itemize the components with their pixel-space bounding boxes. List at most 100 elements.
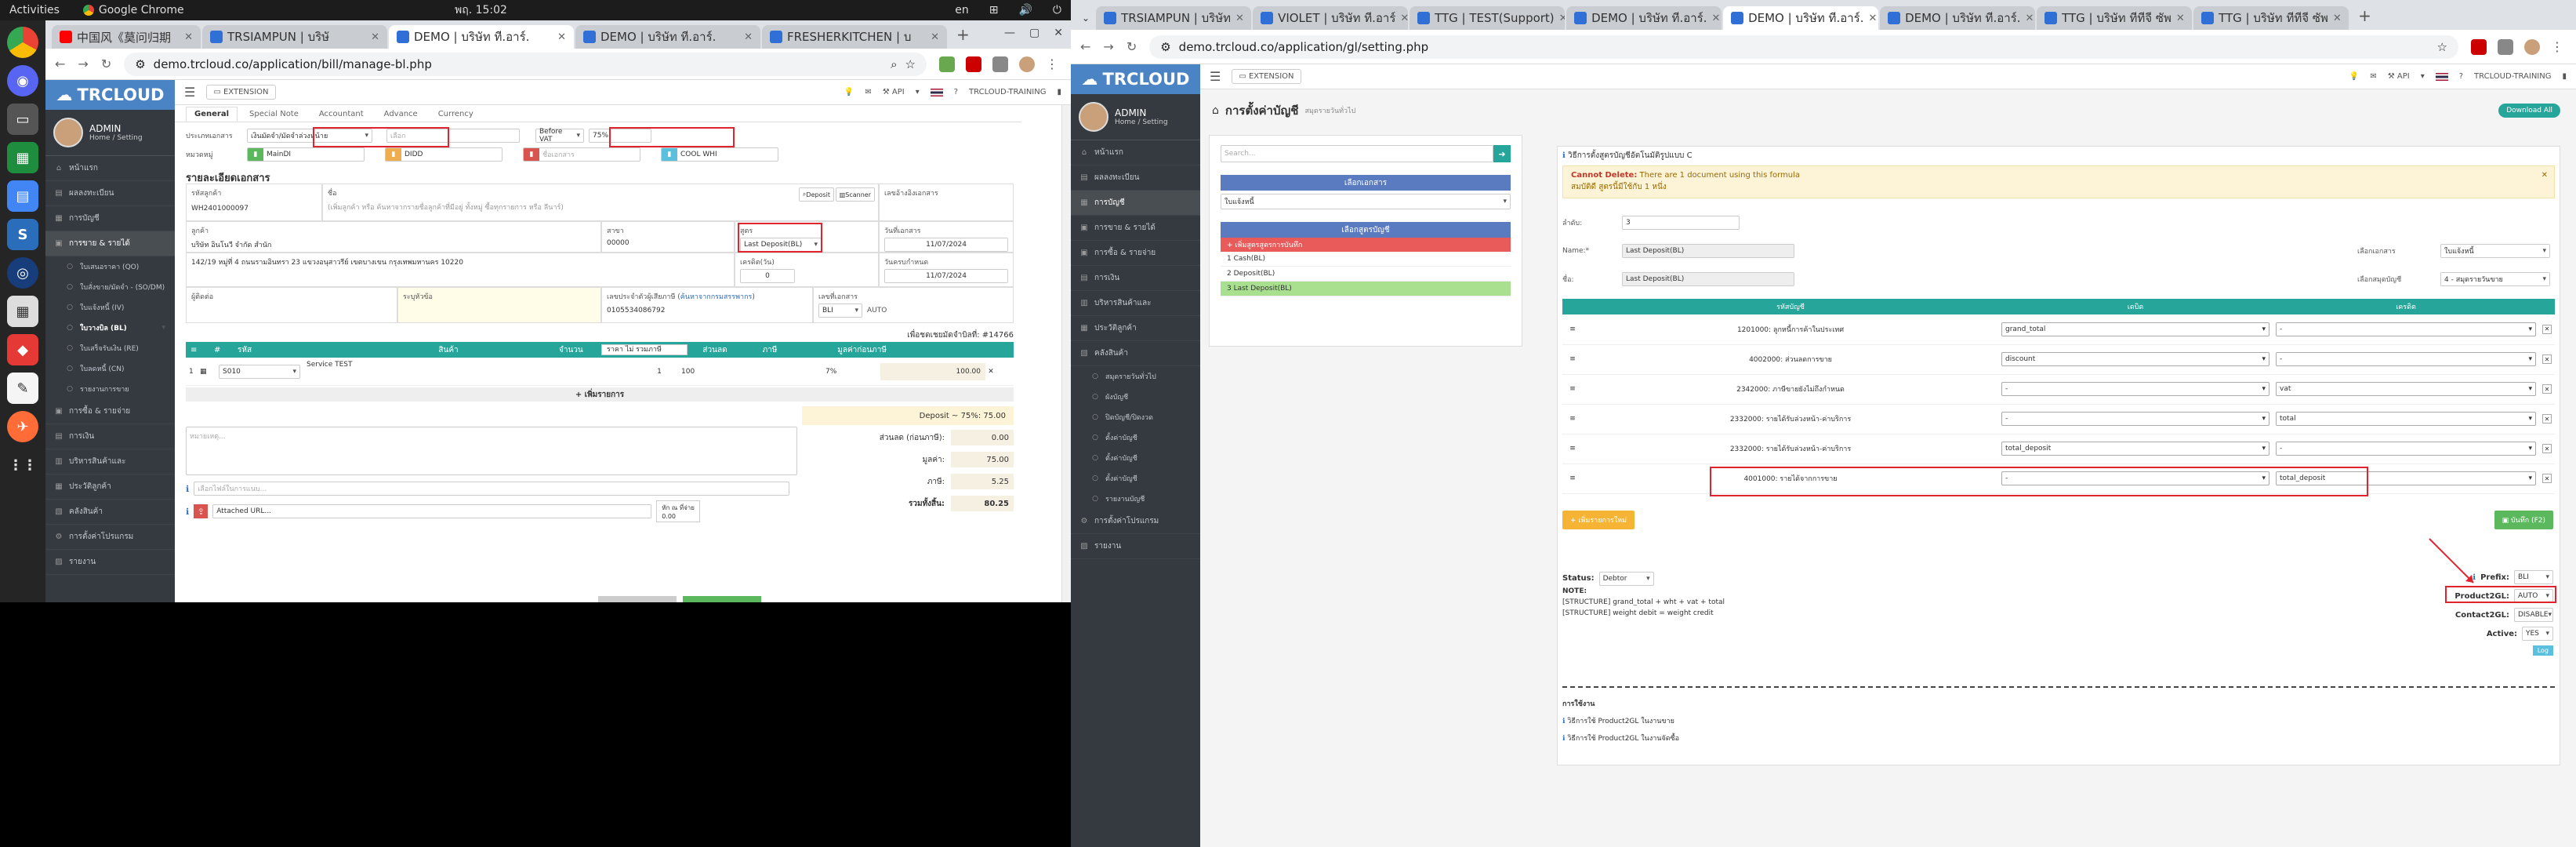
credit-select[interactable]: total: [2276, 412, 2536, 426]
left-tab-3[interactable]: DEMO | บริษัท ที.อาร์. ✕: [575, 25, 760, 49]
add-row-button[interactable]: + เพิ่มรายการใหม่: [1562, 511, 1635, 529]
trcloud-logo[interactable]: ☁ TRCLOUD: [45, 80, 175, 110]
text-editor-dock-icon[interactable]: ✎: [7, 373, 38, 404]
account-cell[interactable]: 2342000: ภาษีขายยังไม่ถึงกำหนด: [1583, 374, 1998, 405]
extension-icon[interactable]: [966, 56, 981, 72]
settings-icon[interactable]: ▮: [1057, 88, 1061, 96]
attach-file-input[interactable]: เลือกไฟล์ในการแนบ...: [194, 482, 790, 496]
language-indicator[interactable]: en: [955, 4, 969, 16]
debit-select[interactable]: discount: [2001, 352, 2269, 366]
deposit-button[interactable]: ⌕ Deposit: [798, 187, 834, 202]
item-qty[interactable]: 1: [645, 368, 673, 376]
flag-icon[interactable]: [930, 88, 943, 96]
subnav-item-2[interactable]: ○ ปิดบัญชี/ปิดงวด: [1071, 407, 1200, 427]
tab-advance[interactable]: Advance: [376, 107, 426, 122]
debit-select[interactable]: -: [2001, 412, 2269, 426]
chrome-dock-icon[interactable]: [7, 27, 38, 58]
branch-value[interactable]: 00000: [607, 239, 729, 247]
formula-list-item-0[interactable]: 1 Cash(BL): [1221, 252, 1511, 267]
credit-select[interactable]: -: [2276, 442, 2536, 456]
tab-list-icon[interactable]: ⌄: [1077, 13, 1094, 30]
nav-item-2[interactable]: ▥ บริหารสินค้าและ: [45, 449, 175, 474]
name2-input[interactable]: Last Deposit(BL): [1622, 272, 1794, 286]
running-select[interactable]: BLI: [818, 304, 862, 318]
company-name[interactable]: TRCLOUD-TRAINING: [2474, 72, 2551, 81]
profile-avatar[interactable]: [1019, 56, 1035, 72]
subnav-item-0[interactable]: ○ ใบเสนอราคา (QO): [45, 256, 175, 277]
doc-select[interactable]: ใบแจ้งหนี้: [2440, 244, 2550, 258]
group-chip-3[interactable]: ▮ COOL WHI: [661, 147, 778, 162]
left-scrollbar[interactable]: [1061, 105, 1071, 602]
group-chip-1[interactable]: ▮ DIDD: [385, 147, 503, 162]
clock[interactable]: พฤ. 15:02: [455, 2, 507, 19]
right-tab-2[interactable]: TTG | TEST(Support) ✕: [1410, 6, 1566, 30]
credit-select[interactable]: vat: [2276, 382, 2536, 396]
mail-icon[interactable]: ✉: [865, 88, 871, 96]
nav-item-4[interactable]: ▧ คลังสินค้า: [45, 500, 175, 525]
subnav-item-6[interactable]: ○ รายงานบัญชี: [1071, 489, 1200, 509]
dropdown-icon[interactable]: ▾: [2421, 72, 2425, 81]
contact2gl-select[interactable]: DISABLE: [2514, 608, 2553, 622]
delete-row-icon[interactable]: ✕: [2542, 474, 2552, 483]
delete-row-icon[interactable]: ✕: [2542, 324, 2552, 334]
close-icon[interactable]: ✕: [2542, 171, 2548, 180]
subnav-item-1[interactable]: ○ ผังบัญชี: [1071, 387, 1200, 407]
seq-input[interactable]: 3: [1622, 216, 1740, 230]
extension-icon[interactable]: [939, 56, 955, 72]
nav-item-2[interactable]: ▦ การบัญชี: [1071, 191, 1200, 216]
close-icon[interactable]: ✕: [1868, 13, 1877, 24]
company-name[interactable]: TRCLOUD-TRAINING: [969, 88, 1046, 96]
subnav-item-2[interactable]: ○ ใบแจ้งหนี้ (IV): [45, 297, 175, 318]
close-icon[interactable]: ✕: [1711, 13, 1720, 24]
anydesk-dock-icon[interactable]: ◆: [7, 334, 38, 365]
group-chip-0[interactable]: ▮ MainDI: [247, 147, 365, 162]
user-links[interactable]: Home / Setting: [89, 134, 143, 142]
attach-url-input[interactable]: Attached URL...: [212, 504, 652, 518]
subnav-item-5[interactable]: ○ ตั้งค่าบัญชี: [1071, 468, 1200, 489]
nav-item-1[interactable]: ▤ ผลลงทะเบียน: [45, 181, 175, 206]
hamburger-icon[interactable]: ☰: [184, 85, 195, 100]
close-icon[interactable]: ✕: [2333, 13, 2342, 24]
subnav-item-6[interactable]: ○ รายงานการขาย: [45, 379, 175, 399]
product2gl-select[interactable]: AUTO: [2514, 589, 2553, 603]
debit-select[interactable]: -: [2001, 382, 2269, 396]
item-price[interactable]: 100: [673, 368, 760, 376]
add-item-button[interactable]: + เพิ่มรายการ: [186, 387, 1014, 402]
choose-doc-select[interactable]: ใบแจ้งหนี้: [1221, 194, 1511, 209]
delete-row-icon[interactable]: ✕: [2542, 384, 2552, 394]
user-links[interactable]: Home / Setting: [1115, 118, 1168, 126]
zoom-icon[interactable]: ⌕: [891, 57, 897, 71]
nav-item-2[interactable]: ▦ การบัญชี: [45, 206, 175, 231]
vat-rate-input[interactable]: 75%: [589, 129, 651, 143]
left-tab-4[interactable]: FRESHERKITCHEN | บ ✕: [762, 25, 947, 49]
book-select[interactable]: 4 - สมุดรายวันขาย: [2440, 272, 2550, 286]
forward-icon[interactable]: →: [78, 56, 88, 71]
close-icon[interactable]: ✕: [2176, 13, 2185, 24]
right-tab-6[interactable]: TTG | บริษัท ทีทีจี ซัพ ✕: [2037, 6, 2193, 30]
prefix-select[interactable]: BLI: [2514, 570, 2553, 584]
avatar[interactable]: [53, 118, 83, 147]
formula-list-item-2[interactable]: 3 Last Deposit(BL): [1221, 282, 1511, 296]
close-window-icon[interactable]: ✕: [1054, 27, 1063, 39]
add-formula-button[interactable]: + เพิ่มสูตรสูตรการบันทึก: [1221, 238, 1511, 252]
nav-item-5[interactable]: ⚙ การตั้งค่าโปรแกรม: [45, 525, 175, 550]
status-select[interactable]: Debtor: [1598, 572, 1654, 586]
close-icon[interactable]: ✕: [2025, 13, 2034, 24]
extensions-puzzle-icon[interactable]: [2498, 38, 2513, 55]
app-menu[interactable]: Google Chrome: [82, 4, 184, 16]
nav-item-5[interactable]: ▤ การเงิน: [1071, 266, 1200, 291]
extension-button[interactable]: ▭ EXTENSION: [1232, 69, 1301, 84]
delete-row-icon[interactable]: ✕: [2542, 354, 2552, 364]
usage-link-purchase[interactable]: วิธีการใช้ Product2GL ในงานจัดซื้อ: [1567, 735, 1679, 743]
lightbulb-icon[interactable]: 💡: [2349, 72, 2359, 81]
close-icon[interactable]: ✕: [744, 31, 753, 43]
drag-handle-icon[interactable]: ≡: [1562, 434, 1583, 464]
subnav-item-4[interactable]: ○ ตั้งค่าบัญชี: [1071, 448, 1200, 468]
tab-accountant[interactable]: Accountant: [310, 107, 372, 122]
app-grid-dock-icon[interactable]: ⋮⋮: [7, 449, 38, 481]
account-cell[interactable]: 1201000: ลูกหนี้การค้าในประเทศ: [1583, 314, 1998, 345]
api-button[interactable]: ⚒ API: [883, 88, 905, 96]
close-icon[interactable]: ✕: [371, 31, 379, 43]
right-tab-4[interactable]: DEMO | บริษัท ที.อาร์. ✕: [1723, 6, 1879, 30]
drag-handle-icon[interactable]: ≡: [1562, 404, 1583, 434]
